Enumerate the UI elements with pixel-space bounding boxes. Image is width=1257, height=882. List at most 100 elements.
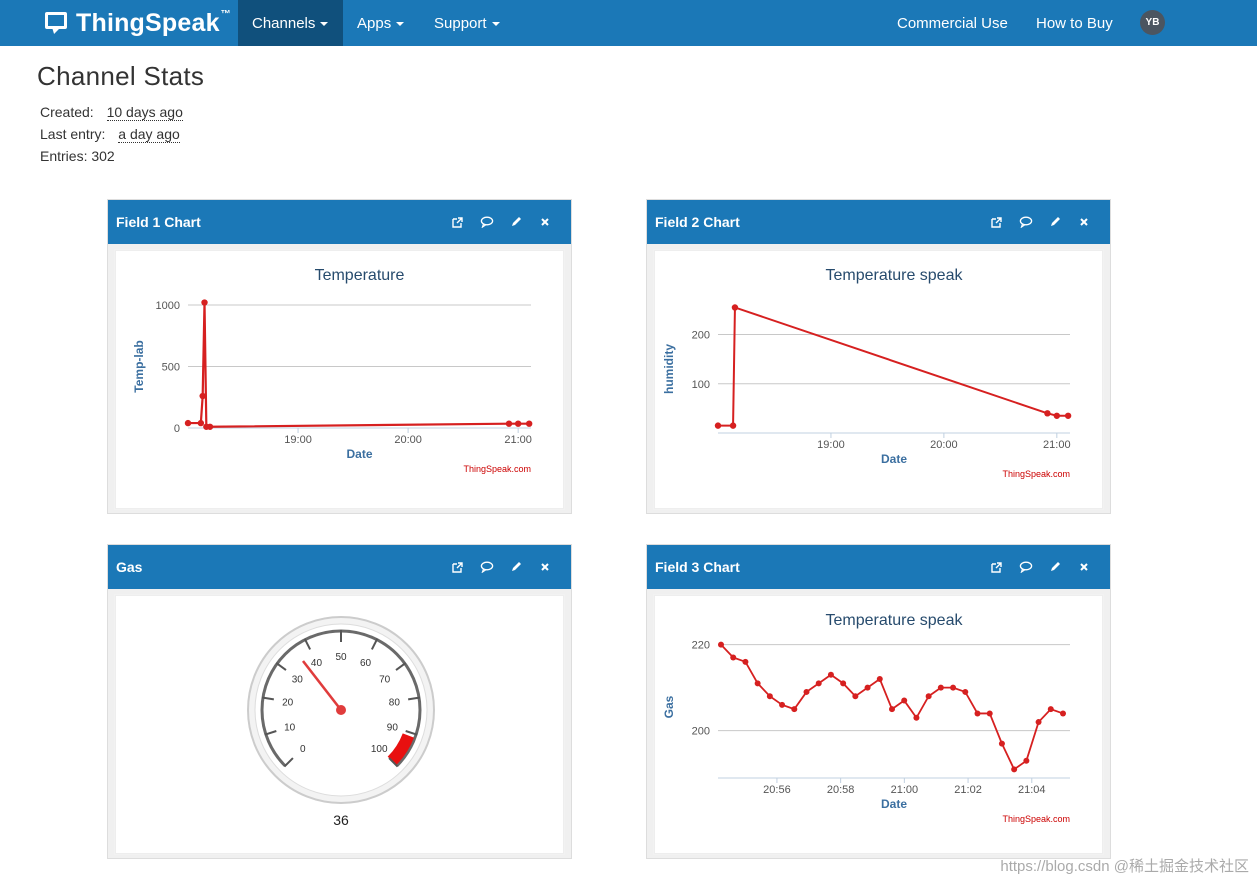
data-point (184, 419, 192, 427)
data-point (525, 420, 533, 427)
panel-field2: Field 2 Chart Temperature speak 100 200 19:… (646, 199, 1111, 514)
external-link-icon[interactable] (982, 561, 1011, 574)
nav-channels-label: Channels (252, 14, 316, 32)
panel-tools (443, 545, 559, 589)
nav-how-to-buy-label: How to Buy (1036, 14, 1113, 32)
gas-gauge: 0 10 20 30 40 50 60 70 80 90 100 36 (247, 616, 435, 828)
gauge-tick-label: 20 (282, 698, 294, 709)
external-link-icon[interactable] (443, 561, 472, 574)
x-tick-label: 19:00 (817, 439, 845, 451)
data-point (197, 419, 205, 427)
panel-title: Field 2 Chart (655, 214, 740, 230)
comment-icon[interactable] (1011, 216, 1040, 228)
x-tick-label: 20:00 (394, 434, 422, 446)
x-axis-title: Date (346, 447, 372, 461)
nav-support-label: Support (434, 14, 487, 32)
data-point (754, 680, 761, 687)
field1-chart: Temperature 0 500 1000 19:00 20:00 21:00 Date Te… (132, 267, 533, 474)
panel-title: Field 1 Chart (116, 214, 201, 230)
panel-tools (443, 200, 559, 244)
panel-header: Field 2 Chart (647, 200, 1110, 244)
data-point (986, 710, 993, 717)
data-point (729, 422, 737, 429)
data-point (505, 420, 513, 427)
nav-how-to-buy[interactable]: How to Buy (1022, 0, 1127, 46)
data-point (766, 693, 773, 700)
panel-header: Field 3 Chart (647, 545, 1110, 589)
gauge-pivot (336, 705, 346, 715)
series-line (718, 306, 1069, 427)
data-point (1064, 412, 1072, 419)
panel-body: Temperature speak 100 200 19:00 20:00 21:00 Da… (654, 250, 1103, 509)
user-avatar[interactable]: YB (1140, 10, 1165, 35)
data-point (1011, 766, 1018, 773)
data-point (714, 422, 722, 429)
y-tick-label: 1000 (156, 300, 180, 312)
gauge-tick-label: 50 (335, 652, 347, 663)
data-point (718, 641, 724, 648)
nav-apps-label: Apps (357, 14, 392, 32)
x-axis-title: Date (881, 797, 907, 811)
comment-icon[interactable] (472, 216, 501, 228)
external-link-icon[interactable] (443, 216, 472, 229)
x-tick-label: 20:56 (763, 784, 791, 796)
created-label: Created: (40, 104, 94, 120)
data-point (913, 714, 920, 721)
nav-apps[interactable]: Apps (343, 0, 418, 46)
nav-channels[interactable]: Channels (238, 0, 343, 46)
y-axis-title: humidity (662, 344, 676, 394)
chart-title: Temperature speak (826, 267, 964, 284)
comment-icon[interactable] (1011, 561, 1040, 573)
y-tick-label: 500 (162, 362, 180, 374)
caret-down-icon (320, 22, 329, 26)
top-navbar: ThingSpeak ™ Channels Apps Support Commer… (0, 0, 1257, 46)
x-tick-label: 20:58 (827, 784, 855, 796)
comment-icon[interactable] (472, 561, 501, 573)
gauge-tick-label: 30 (292, 674, 304, 685)
pencil-icon[interactable] (501, 561, 530, 573)
data-point (974, 710, 981, 717)
nav-support[interactable]: Support (420, 0, 514, 46)
panel-body: Temperature speak 200 220 20:56 20:58 21:00 21… (654, 595, 1103, 854)
created-row: Created: 10 days ago (40, 104, 183, 121)
nav-commercial-use[interactable]: Commercial Use (883, 0, 1022, 46)
y-tick-label: 200 (692, 330, 710, 342)
close-icon[interactable] (530, 562, 559, 572)
data-point (901, 697, 908, 704)
data-point (998, 740, 1005, 747)
pencil-icon[interactable] (1040, 216, 1069, 228)
pencil-icon[interactable] (1040, 561, 1069, 573)
x-tick-label: 21:04 (1018, 784, 1046, 796)
data-point (852, 693, 859, 700)
data-point (731, 304, 739, 311)
credit-link: ThingSpeak.com (463, 464, 531, 474)
close-icon[interactable] (1069, 217, 1098, 227)
y-tick-label: 220 (692, 640, 710, 652)
created-value: 10 days ago (106, 104, 183, 121)
external-link-icon[interactable] (982, 216, 1011, 229)
data-point (889, 706, 895, 713)
brand-tm: ™ (220, 8, 231, 20)
data-point (730, 654, 737, 661)
pencil-icon[interactable] (501, 216, 530, 228)
data-point (791, 706, 798, 713)
x-axis-title: Date (881, 452, 907, 466)
page-title: Channel Stats (37, 61, 205, 91)
x-tick-label: 19:00 (284, 434, 312, 446)
close-icon[interactable] (530, 217, 559, 227)
gauge-tick-label: 10 (284, 723, 296, 734)
data-point (937, 684, 944, 691)
data-point (201, 299, 208, 306)
gauge-tick-label: 0 (300, 744, 306, 755)
gauge-value: 36 (333, 812, 349, 828)
data-point (1047, 706, 1054, 713)
brand-name: ThingSpeak (76, 8, 220, 37)
data-point (1053, 412, 1061, 419)
data-point (199, 392, 206, 400)
panel-body: Temperature 0 500 1000 19:00 20:00 21:00 Date Te… (115, 250, 564, 509)
brand-logo[interactable]: ThingSpeak ™ (44, 6, 231, 40)
y-axis-title: Temp-lab (132, 340, 146, 392)
close-icon[interactable] (1069, 562, 1098, 572)
nav-commercial-use-label: Commercial Use (897, 14, 1008, 32)
chart-title: Temperature speak (826, 612, 964, 629)
